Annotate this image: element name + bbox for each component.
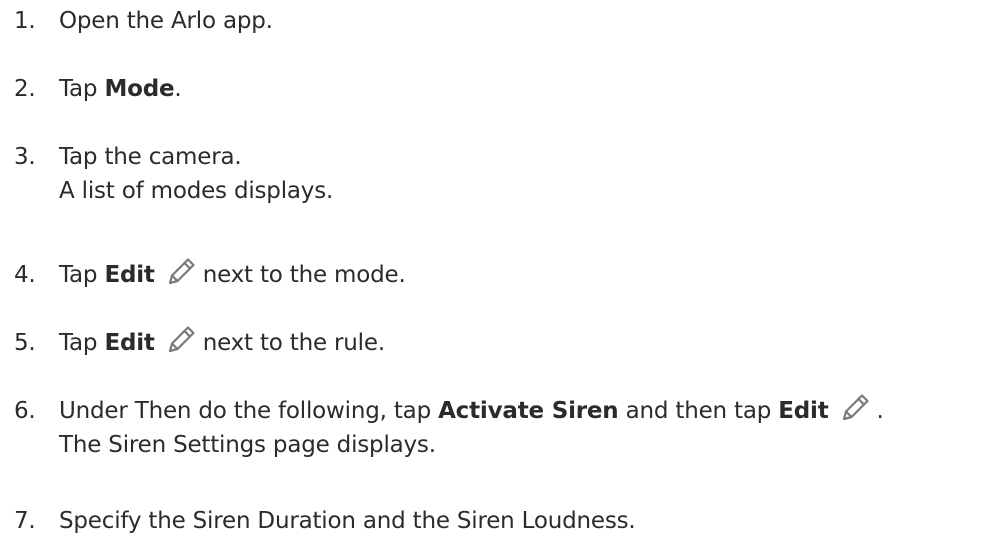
step-7: 7. Specify the Siren Duration and the Sir… xyxy=(0,504,636,538)
step-text: Under Then do the following, tap xyxy=(59,398,439,424)
step-text: Specify the Siren Duration and the Siren… xyxy=(59,508,636,534)
step-number: 3. xyxy=(14,144,36,170)
step-text: Tap the camera. xyxy=(59,144,242,170)
step-number: 4. xyxy=(14,262,36,288)
step-text: . xyxy=(174,76,182,102)
step-4: 4. Tap Edit next to the mode. xyxy=(0,256,406,292)
ui-term-edit: Edit xyxy=(104,262,155,288)
step-number: 7. xyxy=(14,508,36,534)
step-number: 1. xyxy=(14,8,36,34)
pencil-icon xyxy=(162,256,198,288)
step-text: . xyxy=(876,398,884,424)
step-6: 6. Under Then do the following, tap Activ… xyxy=(0,392,884,462)
step-number: 2. xyxy=(14,76,36,102)
step-number: 6. xyxy=(14,398,36,424)
step-text: and then tap xyxy=(618,398,779,424)
step-3: 3. Tap the camera. A list of modes displa… xyxy=(0,140,333,208)
step-text: Tap xyxy=(59,262,105,288)
ui-term-edit: Edit xyxy=(104,330,155,356)
step-number: 5. xyxy=(14,330,36,356)
pencil-icon xyxy=(162,324,198,356)
step-result: The Siren Settings page displays. xyxy=(59,432,436,458)
ui-term-activate-siren: Activate Siren xyxy=(438,398,619,424)
step-text: next to the mode. xyxy=(202,262,406,288)
ui-term-mode: Mode xyxy=(104,76,175,102)
step-text: Tap xyxy=(59,76,105,102)
instruction-steps: 1. Open the Arlo app. 2. Tap Mode. 3. Tap t… xyxy=(0,0,999,546)
step-1: 1. Open the Arlo app. xyxy=(0,4,273,38)
ui-term-edit: Edit xyxy=(778,398,829,424)
step-text: next to the rule. xyxy=(202,330,385,356)
step-text: Tap xyxy=(59,330,105,356)
step-text: Open the Arlo app. xyxy=(59,8,273,34)
step-5: 5. Tap Edit next to the rule. xyxy=(0,324,385,360)
step-2: 2. Tap Mode. xyxy=(0,72,182,106)
step-result: A list of modes displays. xyxy=(59,178,334,204)
pencil-icon xyxy=(836,392,872,424)
